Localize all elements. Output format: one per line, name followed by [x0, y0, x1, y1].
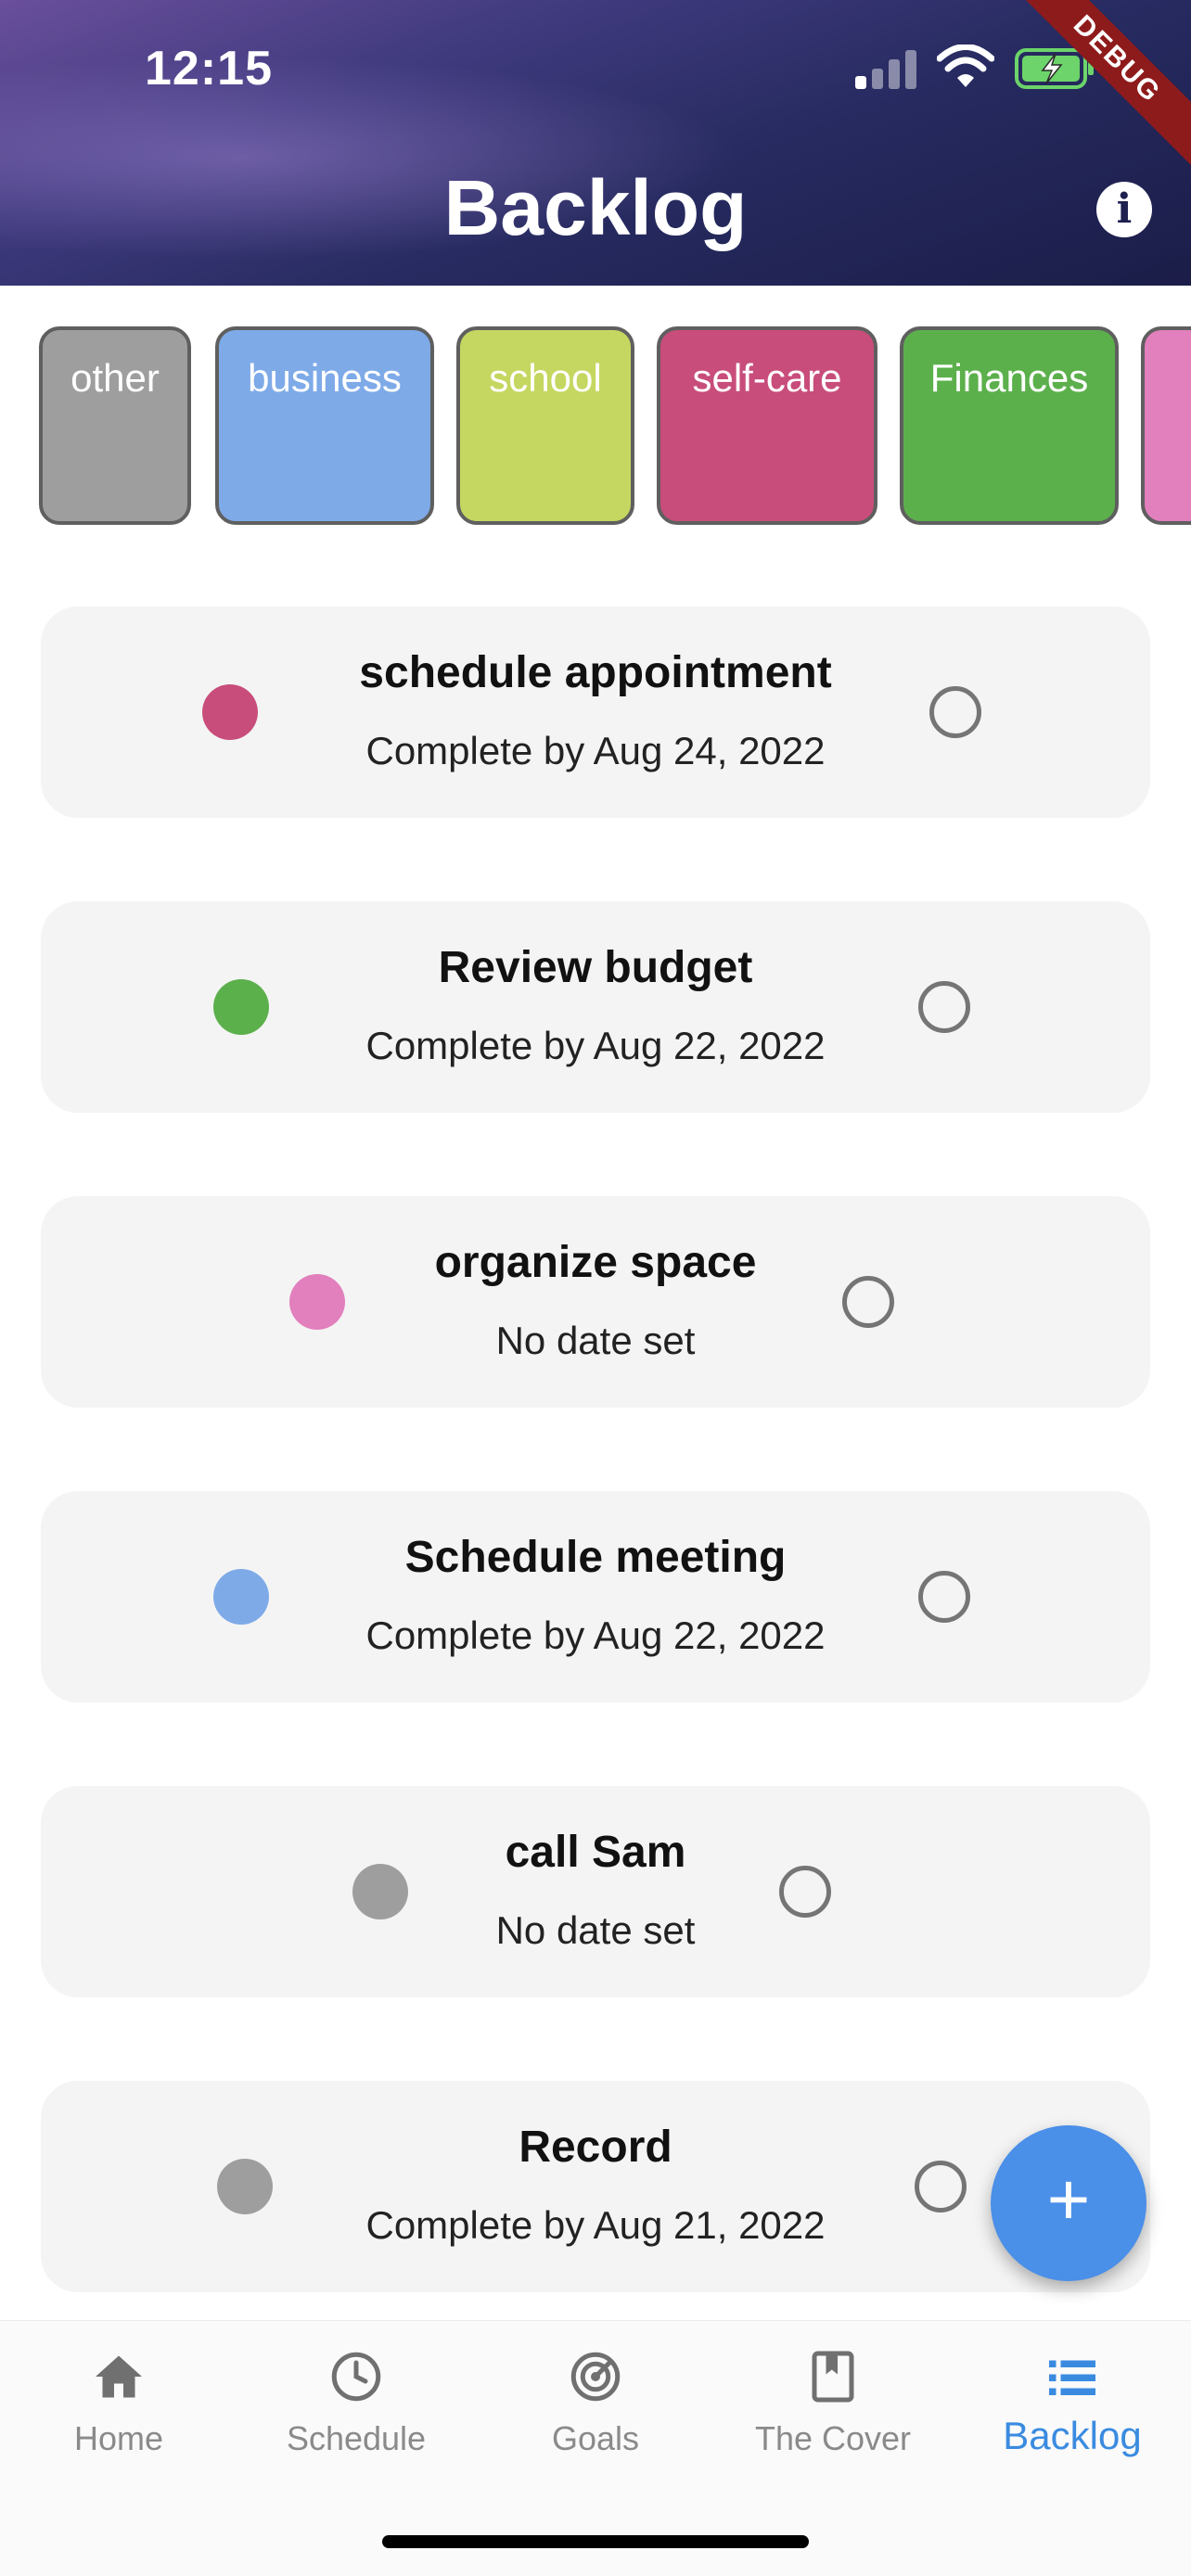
cellular-signal-icon [855, 46, 920, 89]
task-due-date: No date set [495, 1908, 696, 1952]
task-due-date: Complete by Aug 22, 2022 [365, 1613, 826, 1657]
nav-label: Schedule [286, 2419, 427, 2457]
task-card[interactable]: Schedule meeting Complete by Aug 22, 202… [41, 1491, 1150, 1702]
category-chip-business[interactable]: business [215, 326, 434, 525]
task-card[interactable]: Record Complete by Aug 21, 2022 [41, 2081, 1150, 2292]
task-title: organize space [434, 1238, 757, 1287]
plus-icon: + [1046, 2158, 1091, 2240]
nav-item-schedule[interactable]: Schedule [237, 2321, 475, 2497]
task-card[interactable]: organize space No date set [41, 1196, 1150, 1408]
complete-checkbox[interactable] [918, 981, 970, 1033]
page-title: Backlog [443, 164, 748, 251]
nav-item-the-cover[interactable]: The Cover [714, 2321, 952, 2497]
clock-icon [331, 2352, 381, 2402]
nav-item-goals[interactable]: Goals [477, 2321, 714, 2497]
status-time: 12:15 [145, 42, 273, 96]
category-filter-bar: other business school self-care Finances [0, 326, 1191, 525]
book-icon [812, 2351, 854, 2403]
nav-item-home[interactable]: Home [0, 2321, 237, 2497]
category-chip-self-care[interactable]: self-care [657, 326, 877, 525]
task-due-date: No date set [495, 1319, 696, 1362]
task-title: Schedule meeting [404, 1533, 787, 1582]
task-card[interactable]: Review budget Complete by Aug 22, 2022 [41, 901, 1150, 1113]
nav-label: The Cover [754, 2419, 912, 2457]
task-title: Review budget [438, 943, 753, 992]
complete-checkbox[interactable] [779, 1866, 831, 1918]
task-title: Record [519, 2123, 672, 2172]
nav-label: Home [73, 2419, 164, 2457]
add-task-button[interactable]: + [991, 2125, 1146, 2281]
app-header: 12:15 DEBUG Backlog i [0, 0, 1191, 286]
category-chip-finances[interactable]: Finances [900, 326, 1119, 525]
category-chip-more[interactable] [1141, 326, 1191, 525]
target-icon [570, 2352, 621, 2402]
category-chip-other[interactable]: other [39, 326, 191, 525]
task-card[interactable]: call Sam No date set [41, 1786, 1150, 1997]
complete-checkbox[interactable] [915, 2161, 967, 2213]
nav-item-backlog[interactable]: Backlog [954, 2321, 1191, 2497]
task-due-date: Complete by Aug 24, 2022 [365, 729, 826, 772]
task-card[interactable]: schedule appointment Complete by Aug 24,… [41, 606, 1150, 818]
task-due-date: Complete by Aug 22, 2022 [365, 1024, 826, 1067]
complete-checkbox[interactable] [842, 1276, 894, 1328]
task-title: schedule appointment [359, 648, 832, 697]
complete-checkbox[interactable] [929, 686, 981, 738]
task-title: call Sam [505, 1828, 686, 1877]
task-due-date: Complete by Aug 21, 2022 [365, 2203, 826, 2247]
nav-label: Backlog [1003, 2414, 1142, 2457]
wifi-icon [937, 45, 994, 87]
home-indicator [382, 2535, 809, 2548]
home-icon [96, 2355, 142, 2398]
nav-label: Goals [551, 2419, 640, 2457]
info-icon[interactable]: i [1096, 182, 1152, 237]
category-chip-school[interactable]: school [456, 326, 634, 525]
complete-checkbox[interactable] [918, 1571, 970, 1623]
list-icon [1049, 2360, 1095, 2395]
